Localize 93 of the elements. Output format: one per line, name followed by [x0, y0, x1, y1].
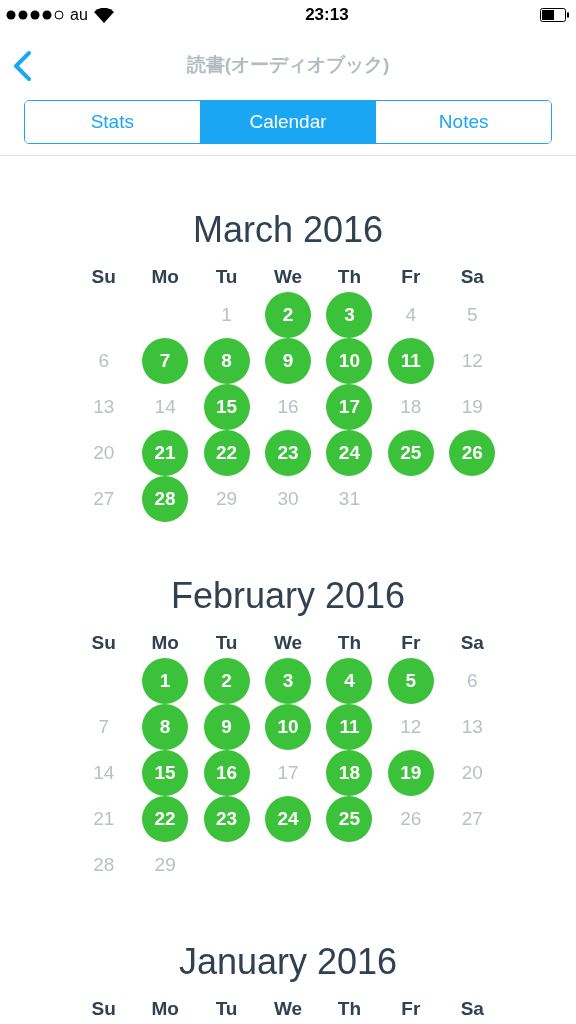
day-number[interactable]: 17: [277, 758, 299, 788]
day-marked[interactable]: 10: [265, 704, 311, 750]
segment-tab[interactable]: Notes: [375, 101, 551, 143]
day-marked[interactable]: 26: [449, 430, 496, 476]
day-number[interactable]: 30: [277, 484, 299, 514]
day-number[interactable]: 13: [93, 392, 115, 422]
weekday-label: Fr: [400, 264, 422, 289]
day-marked[interactable]: 2: [265, 292, 311, 338]
day-marked[interactable]: 8: [203, 338, 250, 384]
day-marked[interactable]: 10: [326, 338, 373, 384]
weekday-label: We: [272, 630, 304, 655]
day-number[interactable]: 7: [98, 712, 109, 742]
weekday-label: Sa: [459, 630, 485, 655]
day-number[interactable]: 27: [93, 484, 115, 514]
day-marked[interactable]: 23: [203, 796, 250, 842]
day-marked[interactable]: 15: [142, 750, 189, 796]
weekday-label: Tu: [214, 264, 239, 289]
day-marked[interactable]: 1: [142, 658, 189, 704]
day-number[interactable]: 26: [400, 804, 422, 834]
signal-icon: [6, 10, 64, 20]
day-number[interactable]: 1: [221, 300, 232, 330]
day-marked[interactable]: 28: [142, 476, 189, 522]
month-title: February 2016: [170, 574, 406, 618]
weekday-label: Sa: [459, 996, 485, 1021]
day-marked[interactable]: 11: [326, 704, 373, 750]
weekday-label: Th: [336, 630, 363, 655]
weekday-label: Mo: [150, 264, 180, 289]
weekday-label: Th: [336, 996, 363, 1021]
day-number[interactable]: 5: [467, 300, 478, 330]
day-marked[interactable]: 19: [387, 750, 434, 796]
day-marked[interactable]: 2: [203, 658, 250, 704]
weekday-label: We: [272, 996, 304, 1021]
day-number[interactable]: 29: [154, 850, 176, 880]
day-number[interactable]: 12: [400, 712, 422, 742]
day-number[interactable]: 6: [467, 666, 478, 696]
weekday-label: Mo: [150, 996, 180, 1021]
day-number[interactable]: 19: [461, 392, 483, 422]
day-marked[interactable]: 8: [142, 704, 189, 750]
clock: 23:13: [305, 4, 349, 27]
weekday-label: We: [272, 264, 304, 289]
month-title: March 2016: [192, 208, 384, 252]
day-marked[interactable]: 18: [326, 750, 373, 796]
day-marked[interactable]: 3: [326, 292, 373, 338]
day-marked[interactable]: 25: [387, 430, 434, 476]
back-icon[interactable]: [12, 50, 32, 82]
day-marked[interactable]: 21: [142, 430, 189, 476]
day-marked[interactable]: 9: [265, 338, 311, 384]
weekday-label: Su: [90, 630, 117, 655]
weekday-label: Th: [336, 264, 363, 289]
day-marked[interactable]: 9: [203, 704, 250, 750]
nav-title: 読書(オーディオブック): [186, 52, 390, 77]
day-marked[interactable]: 22: [142, 796, 189, 842]
month-title: January 2016: [178, 940, 398, 984]
day-marked[interactable]: 24: [265, 796, 311, 842]
weekday-label: Fr: [400, 630, 422, 655]
day-number[interactable]: 31: [338, 484, 360, 514]
carrier-label: au: [70, 5, 88, 25]
day-number[interactable]: 6: [98, 346, 109, 376]
day-number[interactable]: 28: [93, 850, 115, 880]
weekday-label: Tu: [214, 996, 239, 1021]
day-number[interactable]: 20: [461, 758, 483, 788]
day-marked[interactable]: 17: [326, 384, 373, 430]
segment-tab[interactable]: Calendar: [199, 101, 376, 143]
day-marked[interactable]: 25: [326, 796, 373, 842]
day-marked[interactable]: 16: [203, 750, 250, 796]
weekday-label: Su: [90, 264, 117, 289]
day-marked[interactable]: 23: [265, 430, 311, 476]
day-marked[interactable]: 22: [203, 430, 250, 476]
day-number[interactable]: 20: [93, 438, 115, 468]
day-number[interactable]: 18: [400, 392, 422, 422]
wifi-icon: [93, 7, 114, 23]
day-number[interactable]: 14: [154, 392, 176, 422]
day-marked[interactable]: 11: [387, 338, 434, 384]
weekday-label: Su: [90, 996, 117, 1021]
day-number[interactable]: 16: [277, 392, 299, 422]
weekday-label: Tu: [214, 630, 239, 655]
weekday-label: Fr: [400, 996, 422, 1021]
battery-icon: [540, 8, 570, 22]
day-marked[interactable]: 3: [265, 658, 311, 704]
day-number[interactable]: 12: [461, 346, 483, 376]
day-number[interactable]: 4: [405, 300, 417, 330]
day-number[interactable]: 29: [216, 484, 238, 514]
day-number[interactable]: 27: [461, 804, 483, 834]
day-marked[interactable]: 15: [203, 384, 250, 430]
day-number[interactable]: 13: [461, 712, 483, 742]
day-marked[interactable]: 24: [326, 430, 373, 476]
day-number[interactable]: 21: [93, 804, 115, 834]
day-marked[interactable]: 4: [326, 658, 373, 704]
day-marked[interactable]: 7: [142, 338, 189, 384]
day-marked[interactable]: 5: [387, 658, 434, 704]
weekday-label: Mo: [150, 630, 180, 655]
day-number[interactable]: 14: [93, 758, 115, 788]
weekday-label: Sa: [459, 264, 485, 289]
